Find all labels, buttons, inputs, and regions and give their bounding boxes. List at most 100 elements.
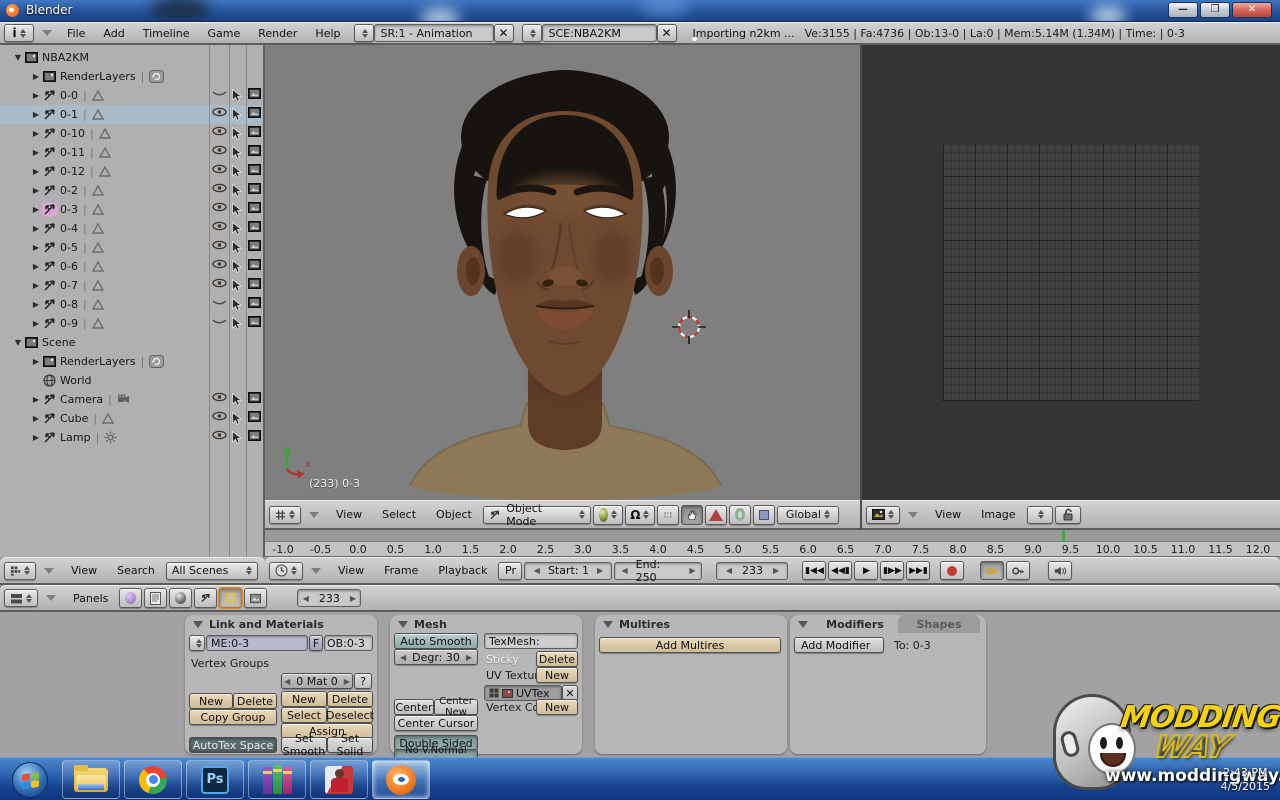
- tab-modifiers[interactable]: Modifiers: [814, 615, 896, 633]
- degr-stepper[interactable]: ◀Degr: 30▶: [394, 649, 478, 665]
- jump-end-icon[interactable]: ▶▶▮: [906, 561, 930, 580]
- mute-audio-icon[interactable]: [1048, 561, 1072, 580]
- outliner-row-0-2[interactable]: ▶0-2|: [0, 181, 263, 200]
- expand-icon[interactable]: ▶: [30, 281, 42, 290]
- renderable-icon[interactable]: [248, 259, 261, 270]
- jump-start-icon[interactable]: ▮◀◀: [802, 561, 826, 580]
- scene-filter-dropdown[interactable]: All Scenes: [166, 562, 258, 580]
- selectable-pointer-icon[interactable]: [231, 298, 242, 311]
- playhead-marker[interactable]: [1062, 530, 1065, 542]
- texmesh-field[interactable]: TexMesh:: [484, 633, 578, 649]
- screen-delete-button[interactable]: ✕: [494, 24, 514, 42]
- scale-manipulator-icon[interactable]: [753, 505, 775, 525]
- menu-help[interactable]: Help: [306, 27, 349, 40]
- outliner-row-cube[interactable]: ▶Cube|: [0, 409, 263, 428]
- selectable-pointer-icon[interactable]: [231, 431, 242, 444]
- outliner-item-label[interactable]: 0-6: [60, 260, 78, 273]
- uv-texture-new-button[interactable]: New: [536, 667, 578, 683]
- taskbar-chrome-icon[interactable]: [124, 760, 182, 799]
- screen-selector[interactable]: SR:1 - Animation: [374, 24, 494, 42]
- scene-browse-icon[interactable]: [522, 24, 542, 42]
- visibility-eye-icon[interactable]: [212, 145, 227, 155]
- mesh-name-field[interactable]: ME:0-3: [206, 635, 308, 651]
- selectable-pointer-icon[interactable]: [231, 241, 242, 254]
- outliner-item-label[interactable]: 0-1: [60, 108, 78, 121]
- prev-key-icon[interactable]: ◀◀▮: [828, 561, 852, 580]
- add-modifier-button[interactable]: Add Modifier: [794, 637, 884, 653]
- rotate-manipulator-icon[interactable]: [729, 505, 751, 525]
- outliner-row-renderlayers[interactable]: ▶RenderLayers|: [0, 352, 263, 371]
- expand-icon[interactable]: ▼: [12, 53, 24, 62]
- close-button[interactable]: ✕: [1232, 2, 1272, 18]
- material-select-button[interactable]: Select: [281, 707, 327, 723]
- renderable-icon[interactable]: [248, 126, 261, 137]
- outliner-item-label[interactable]: RenderLayers: [60, 70, 136, 83]
- expand-icon[interactable]: ▶: [30, 110, 42, 119]
- outliner-row-0-5[interactable]: ▶0-5|: [0, 238, 263, 257]
- no-vnormal-flip-button[interactable]: No V.Normal Flip: [394, 749, 478, 757]
- expand-icon[interactable]: ▶: [30, 205, 42, 214]
- image-menu-view[interactable]: View: [926, 508, 970, 521]
- expand-icon[interactable]: ▶: [30, 129, 42, 138]
- selectable-pointer-icon[interactable]: [231, 108, 242, 121]
- image-editor-collapse-icon[interactable]: [908, 512, 918, 518]
- renderable-icon[interactable]: [248, 278, 261, 289]
- panel-collapse-icon[interactable]: [398, 621, 408, 628]
- selectable-pointer-icon[interactable]: [231, 146, 242, 159]
- timeline-menu-view[interactable]: View: [329, 564, 373, 577]
- start-frame-field[interactable]: ◀Start: 1▶: [524, 562, 612, 580]
- end-frame-field[interactable]: ◀End: 250▶: [614, 562, 702, 580]
- expand-icon[interactable]: ▶: [30, 148, 42, 157]
- current-frame-field[interactable]: ◀233▶: [716, 562, 788, 580]
- viewport-collapse-icon[interactable]: [309, 512, 319, 518]
- panel-collapse-icon[interactable]: [603, 621, 613, 628]
- renderable-icon[interactable]: [248, 430, 261, 441]
- outliner-item-label[interactable]: 0-10: [60, 127, 85, 140]
- visibility-eye-icon[interactable]: [212, 107, 227, 117]
- outliner-item-label[interactable]: Cube: [60, 412, 88, 425]
- preview-range-button[interactable]: Pr: [498, 562, 522, 580]
- uv-image-editor[interactable]: View Image: [860, 45, 1280, 530]
- editor-type-image-icon[interactable]: [866, 506, 900, 524]
- context-script-icon[interactable]: [144, 588, 167, 608]
- outliner-row-0-11[interactable]: ▶0-11|: [0, 143, 263, 162]
- panel-collapse-icon[interactable]: [798, 621, 808, 628]
- selectable-pointer-icon[interactable]: [231, 393, 242, 406]
- taskbar-winrar-icon[interactable]: [248, 760, 306, 799]
- visibility-eye-icon[interactable]: [212, 202, 227, 212]
- outliner-row-camera[interactable]: ▶Camera|: [0, 390, 263, 409]
- unlock-icon[interactable]: [1055, 506, 1081, 524]
- outliner-row-lamp[interactable]: ▶Lamp|: [0, 428, 263, 447]
- orientation-dropdown[interactable]: Global: [777, 506, 839, 524]
- viewport-menu-object[interactable]: Object: [427, 508, 481, 521]
- expand-icon[interactable]: ▶: [30, 414, 42, 423]
- visibility-eye-icon[interactable]: [212, 221, 227, 231]
- selectable-pointer-icon[interactable]: [231, 127, 242, 140]
- screen-browse-icon[interactable]: [354, 24, 374, 42]
- menu-game[interactable]: Game: [199, 27, 250, 40]
- panel-collapse-icon[interactable]: [193, 621, 203, 628]
- renderable-icon[interactable]: [248, 145, 261, 156]
- renderable-icon[interactable]: [248, 164, 261, 175]
- selectable-pointer-icon[interactable]: [231, 165, 242, 178]
- taskbar-blender-icon[interactable]: [372, 760, 430, 799]
- scene-delete-button[interactable]: ✕: [657, 24, 677, 42]
- buttons-frame-field[interactable]: ◀233▶: [297, 589, 361, 607]
- taskbar-photoshop-icon[interactable]: Ps: [186, 760, 244, 799]
- selectable-pointer-icon[interactable]: [231, 184, 242, 197]
- outliner-menu-view[interactable]: View: [62, 564, 106, 577]
- visibility-eye-icon[interactable]: [212, 88, 227, 98]
- outliner-menu-search[interactable]: Search: [108, 564, 164, 577]
- minimize-button[interactable]: —: [1168, 2, 1198, 18]
- outliner-collapse-icon[interactable]: [44, 568, 54, 574]
- center-button[interactable]: Center: [394, 699, 434, 715]
- manipulator-hand-icon[interactable]: [681, 505, 703, 525]
- key-icon[interactable]: [1006, 561, 1030, 580]
- selectable-pointer-icon[interactable]: [231, 260, 242, 273]
- renderable-icon[interactable]: [248, 392, 261, 403]
- next-key-icon[interactable]: ▮▶▶: [880, 561, 904, 580]
- outliner-row-0-4[interactable]: ▶0-4|: [0, 219, 263, 238]
- outliner-row-0-7[interactable]: ▶0-7|: [0, 276, 263, 295]
- visibility-eye-icon[interactable]: [212, 126, 227, 136]
- taskbar-explorer-icon[interactable]: [62, 760, 120, 799]
